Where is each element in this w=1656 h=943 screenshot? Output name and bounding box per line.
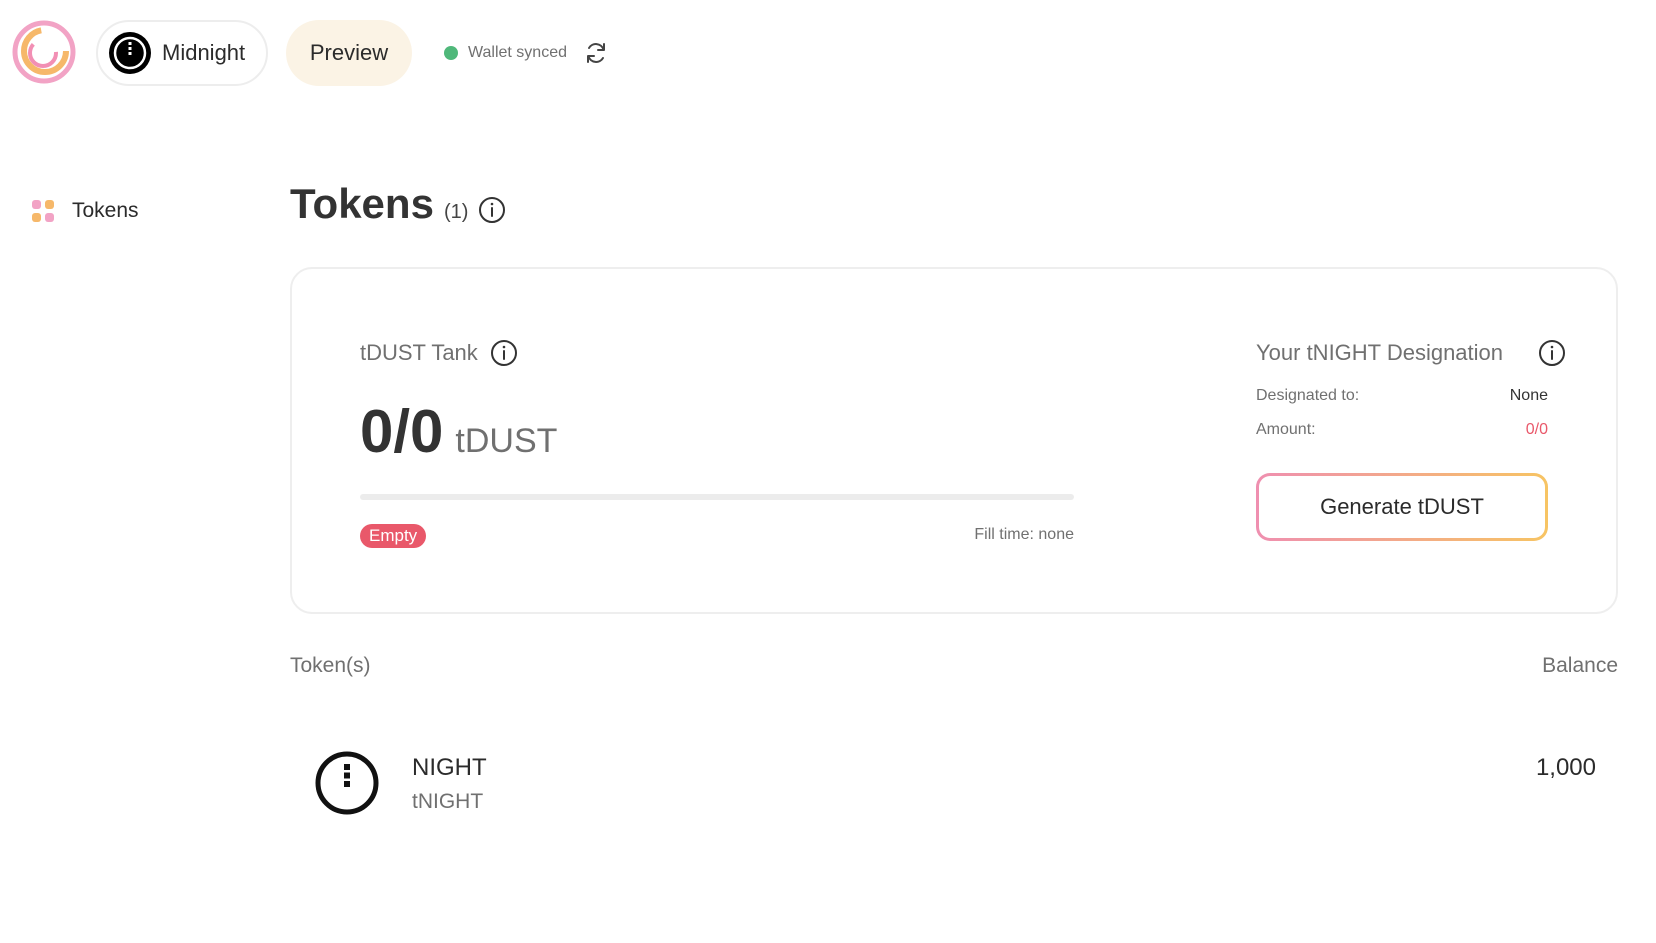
tank-progress-bar	[360, 494, 1074, 500]
designated-to-value: None	[1509, 387, 1548, 404]
tank-value-row: 0/0 tDUST	[360, 397, 557, 466]
amount-row: Amount: 0/0	[1256, 421, 1548, 439]
tank-value: 0/0	[360, 398, 444, 465]
sidebar-item-tokens[interactable]: Tokens	[32, 194, 139, 228]
column-header-tokens: Token(s)	[290, 654, 371, 677]
sync-status-text: Wallet synced	[468, 44, 567, 61]
tank-unit: tDUST	[455, 422, 558, 460]
token-name: NIGHT	[412, 754, 487, 781]
status-badge: Empty	[360, 524, 427, 548]
info-icon[interactable]	[478, 196, 506, 224]
fill-time: Fill time: none	[974, 526, 1074, 543]
designation-title: Your tNIGHT Designation	[1256, 340, 1504, 365]
table-row[interactable]: NIGHT tNIGHT 1,000	[290, 740, 1596, 830]
token-count: (1)	[443, 201, 469, 223]
column-header-balance: Balance	[1542, 654, 1618, 677]
designated-to-label: Designated to:	[1256, 387, 1360, 404]
wallet-sync-status: Wallet synced	[444, 38, 609, 68]
sidebar-item-label: Tokens	[72, 199, 139, 222]
tank-title: tDUST Tank	[360, 340, 478, 365]
tank-title-row: tDUST Tank	[360, 339, 518, 367]
generate-tdust-button[interactable]: Generate tDUST	[1256, 473, 1548, 541]
grid-dots-icon	[32, 200, 54, 222]
network-label: Midnight	[162, 40, 246, 65]
info-icon[interactable]	[490, 339, 518, 367]
tdust-tank-card: tDUST Tank 0/0 tDUST Empty Fill time: no…	[290, 267, 1618, 614]
token-symbol: tNIGHT	[412, 790, 484, 813]
network-selector-button[interactable]: Midnight	[96, 20, 268, 86]
refresh-icon[interactable]	[583, 40, 609, 66]
page-title: Tokens	[290, 180, 434, 227]
info-icon[interactable]	[1538, 339, 1566, 367]
night-token-icon	[315, 751, 379, 815]
page-header: Tokens (1)	[290, 180, 506, 228]
token-table-header: Token(s) Balance	[290, 654, 1618, 678]
designation-title-row: Your tNIGHT Designation	[1256, 339, 1566, 367]
midnight-logo-icon	[109, 32, 151, 74]
token-balance: 1,000	[1535, 754, 1596, 781]
preview-button[interactable]: Preview	[286, 20, 412, 86]
top-bar: Midnight Preview Wallet synced	[0, 0, 1656, 108]
sync-status-dot	[444, 46, 458, 60]
amount-label: Amount:	[1256, 421, 1316, 438]
amount-value: 0/0	[1525, 421, 1548, 438]
designated-to-row: Designated to: None	[1256, 387, 1548, 405]
app-logo-icon[interactable]	[10, 18, 78, 86]
